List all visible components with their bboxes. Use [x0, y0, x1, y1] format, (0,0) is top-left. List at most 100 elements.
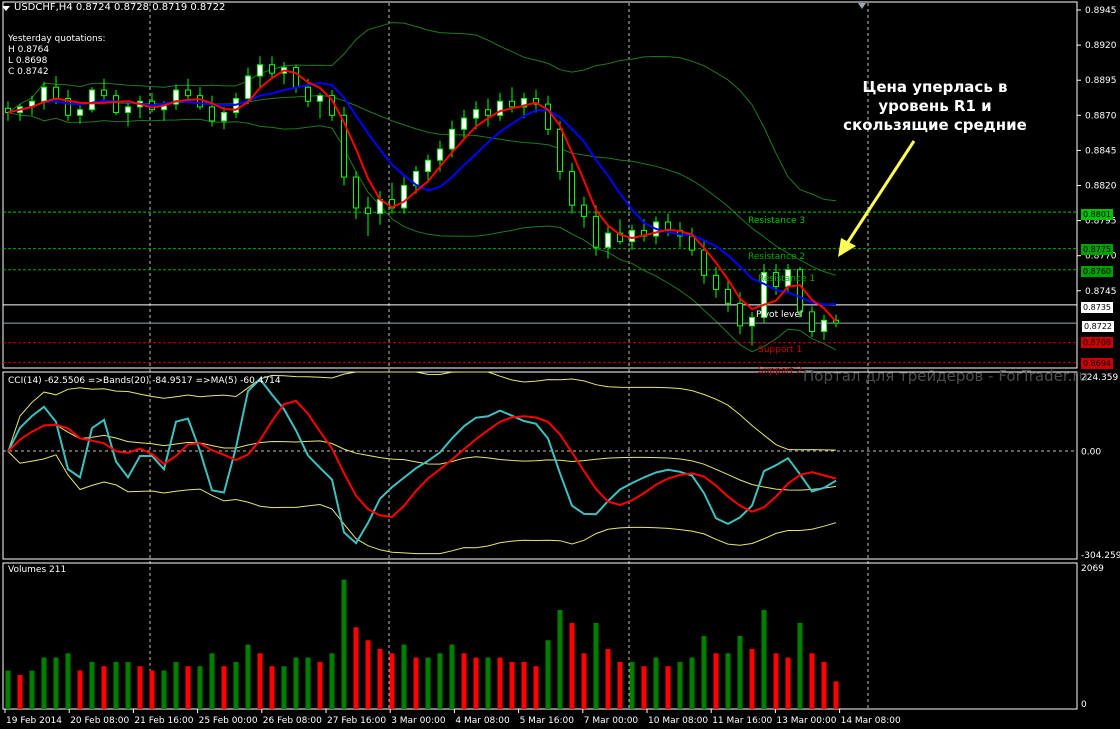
volume-bar — [761, 609, 767, 709]
candle-body — [365, 207, 371, 215]
volume-bar — [425, 657, 431, 709]
candle-body — [809, 311, 815, 333]
volume-bar — [485, 657, 491, 709]
candle-body — [101, 89, 107, 97]
volume-bar — [221, 666, 227, 709]
candle-body — [269, 64, 275, 74]
candle-body — [209, 106, 215, 122]
candle-body — [773, 272, 779, 288]
candle-body — [473, 109, 479, 119]
volume-bar — [581, 653, 587, 709]
candle-body — [449, 128, 455, 150]
volume-bar — [449, 644, 455, 709]
volume-bar — [749, 648, 755, 709]
candle-body — [797, 269, 803, 313]
volume-bar — [593, 622, 599, 709]
volume-bar — [197, 666, 203, 709]
volume-bar — [365, 640, 371, 709]
time-tick-label: 13 Mar 00:00 — [776, 716, 836, 726]
volume-bar — [161, 670, 167, 709]
volume-bar — [833, 681, 839, 709]
volume-bar — [629, 661, 635, 709]
volume-bar — [401, 644, 407, 709]
volume-bar — [809, 653, 815, 709]
candle-body — [425, 159, 431, 172]
volume-bar — [269, 666, 275, 709]
volume-bar — [665, 666, 671, 709]
volume-bar — [509, 661, 515, 709]
candle-body — [293, 67, 299, 88]
candle-body — [821, 319, 827, 332]
volume-bar — [281, 666, 287, 709]
candle-body — [581, 204, 587, 217]
cci-tick-label: 0.00 — [1081, 447, 1101, 457]
volume-bar — [245, 644, 251, 709]
time-tick-label: 5 Mar 16:00 — [520, 716, 575, 726]
time-tick-label: 11 Mar 16:00 — [712, 716, 772, 726]
volume-tick-label: 2069 — [1081, 564, 1104, 574]
volume-bar — [773, 653, 779, 709]
volume-bar — [125, 661, 131, 709]
volume-bar — [89, 661, 95, 709]
volume-bar — [497, 657, 503, 709]
volume-bar — [173, 661, 179, 709]
volume-bar — [605, 648, 611, 709]
volume-bar — [65, 653, 71, 709]
candle-body — [317, 95, 323, 102]
price-tick-label: 0.8820 — [1085, 182, 1117, 192]
candle-body — [245, 75, 251, 99]
candle-body — [749, 316, 755, 327]
candle-body — [605, 232, 611, 248]
time-tick-label: 10 Mar 08:00 — [648, 716, 708, 726]
candle-body — [593, 215, 599, 248]
volume-bar — [713, 653, 719, 709]
volume-bar — [473, 657, 479, 709]
volume-bar — [185, 666, 191, 709]
volume-bar — [821, 661, 827, 709]
volume-bar — [41, 657, 47, 709]
candle-body — [185, 89, 191, 97]
price-tick-label: 0.8845 — [1085, 146, 1117, 156]
time-tick-label: 25 Feb 00:00 — [199, 716, 258, 726]
volume-bar — [53, 657, 59, 709]
candle-body — [557, 128, 563, 172]
volume-bar — [569, 622, 575, 709]
volume-bar — [389, 653, 395, 709]
price-tick-label: 0.8870 — [1085, 111, 1117, 121]
volume-bar — [557, 609, 563, 709]
volume-bar — [533, 666, 539, 709]
volume-bar — [317, 661, 323, 709]
candle-body — [41, 86, 47, 102]
volume-bar — [785, 657, 791, 709]
candle-body — [125, 106, 131, 113]
volume-bar — [413, 657, 419, 709]
volume-bar — [149, 670, 155, 709]
cci-tick-label: 224.359 — [1081, 373, 1118, 383]
candle-body — [461, 117, 467, 130]
volume-bar — [113, 661, 119, 709]
candle-body — [89, 89, 95, 111]
chart-canvas: 0.8945 0.8920 0.8895 0.8870 0.8845 0.8820 0.87… — [0, 0, 1120, 729]
price-tick-label: 0.8895 — [1085, 76, 1117, 86]
volume-bar — [653, 657, 659, 709]
candle-body — [725, 288, 731, 304]
time-tick-label: 26 Feb 08:00 — [263, 716, 322, 726]
volume-bar — [5, 670, 11, 709]
candle-body — [737, 302, 743, 327]
volume-bar — [293, 657, 299, 709]
candle-body — [689, 235, 695, 251]
volume-bar — [737, 635, 743, 709]
price-tick-label: 0.8745 — [1085, 287, 1117, 297]
volume-bar — [305, 657, 311, 709]
volume-bar — [209, 653, 215, 709]
volume-bar — [29, 670, 35, 709]
volume-bar — [77, 670, 83, 709]
volume-bar — [677, 661, 683, 709]
candle-body — [485, 109, 491, 116]
time-tick-label: 20 Feb 08:00 — [70, 716, 129, 726]
cci-tick-label: -304.259 — [1081, 551, 1120, 561]
volume-bar — [437, 653, 443, 709]
candle-body — [77, 109, 83, 116]
volume-bar — [257, 653, 263, 709]
candle-body — [785, 269, 791, 288]
